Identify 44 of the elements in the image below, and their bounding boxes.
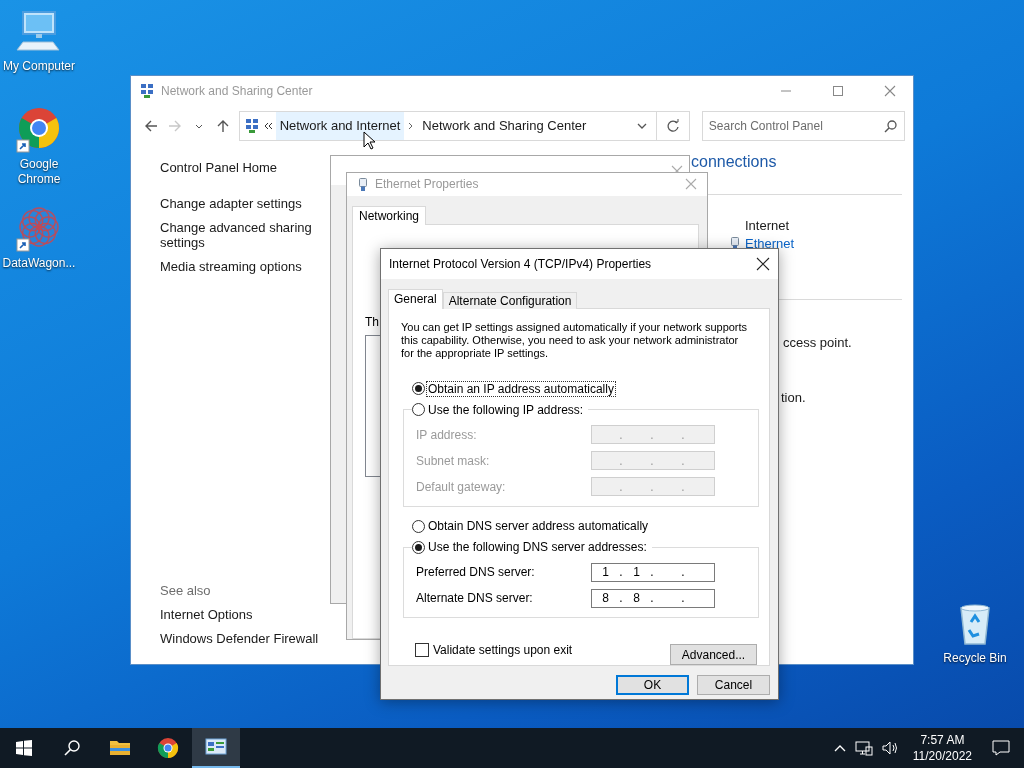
access-type-value: Internet — [745, 218, 791, 233]
breadcrumb-item[interactable]: Network and Internet — [275, 112, 405, 140]
radio-label: Obtain an IP address automatically — [427, 381, 615, 396]
description-text: Th — [365, 314, 379, 329]
window-title: Network and Sharing Center — [161, 84, 314, 98]
cancel-button[interactable]: Cancel — [697, 675, 770, 695]
dialog-title: Internet Protocol Version 4 (TCP/IPv4) Properties — [389, 257, 653, 271]
field-label: Alternate DNS server: — [416, 591, 534, 605]
field-label: Preferred DNS server: — [416, 565, 536, 579]
tab[interactable]: General — [388, 289, 443, 309]
radio-label: Use the following DNS server addresses: — [427, 540, 648, 554]
field-label: IP address: — [416, 427, 478, 442]
radio-label: Use the following IP address: — [427, 402, 585, 417]
icon-label: DataWagon... — [2, 256, 76, 271]
field-label: Subnet mask: — [416, 453, 491, 468]
sidebar-link[interactable]: Media streaming options — [160, 259, 331, 274]
field-label: Default gateway: — [416, 479, 507, 494]
dialog-title: Ethernet Properties — [375, 177, 480, 192]
radio-label: Obtain DNS server address automatically — [427, 519, 650, 534]
icon-label: Recycle Bin — [943, 651, 1007, 666]
description-text: ccess point. — [783, 335, 853, 350]
sidebar-link[interactable]: Internet Options — [160, 607, 331, 622]
section-heading: See also — [160, 583, 212, 598]
clock-button[interactable]: 7:57 AM 11/20/2022 — [906, 732, 978, 764]
icon-label: My Computer — [3, 59, 75, 74]
search-field[interactable]: Search Control Panel — [701, 111, 905, 141]
tab[interactable]: Alternate Configuration — [442, 292, 578, 309]
checkbox-label: Validate settings upon exit — [433, 642, 573, 657]
sidebar-link[interactable]: Change advanced sharing settings — [160, 220, 331, 250]
sidebar-link[interactable]: Windows Defender Firewall — [160, 631, 331, 646]
tab[interactable]: Networking — [352, 205, 427, 225]
connection-link[interactable]: Ethernet — [745, 236, 795, 251]
ok-button[interactable]: OK — [616, 675, 689, 695]
description-text: tion. — [781, 390, 807, 405]
address-bar[interactable]: Network and Internet Network and Sharing Center — [238, 111, 657, 141]
advanced-button[interactable]: Advanced... — [670, 644, 757, 665]
section-heading: connections — [691, 152, 778, 172]
sidebar-link[interactable]: Control Panel Home — [160, 160, 331, 175]
breadcrumb-item[interactable]: Network and Sharing Center — [418, 112, 591, 140]
icon-label: Google Chrome — [16, 157, 62, 187]
ip-address-field[interactable]: 1 . 1 . . — [591, 562, 715, 582]
ip-address-field[interactable]: 8 . 8 . . — [591, 588, 715, 608]
sidebar-link[interactable]: Change adapter settings — [160, 196, 331, 211]
intro-text: You can get IP settings assigned automatically if your network supports this capability. Otherwise, you need to ask your network administrator for the appropriate IP settings. — [401, 321, 749, 360]
